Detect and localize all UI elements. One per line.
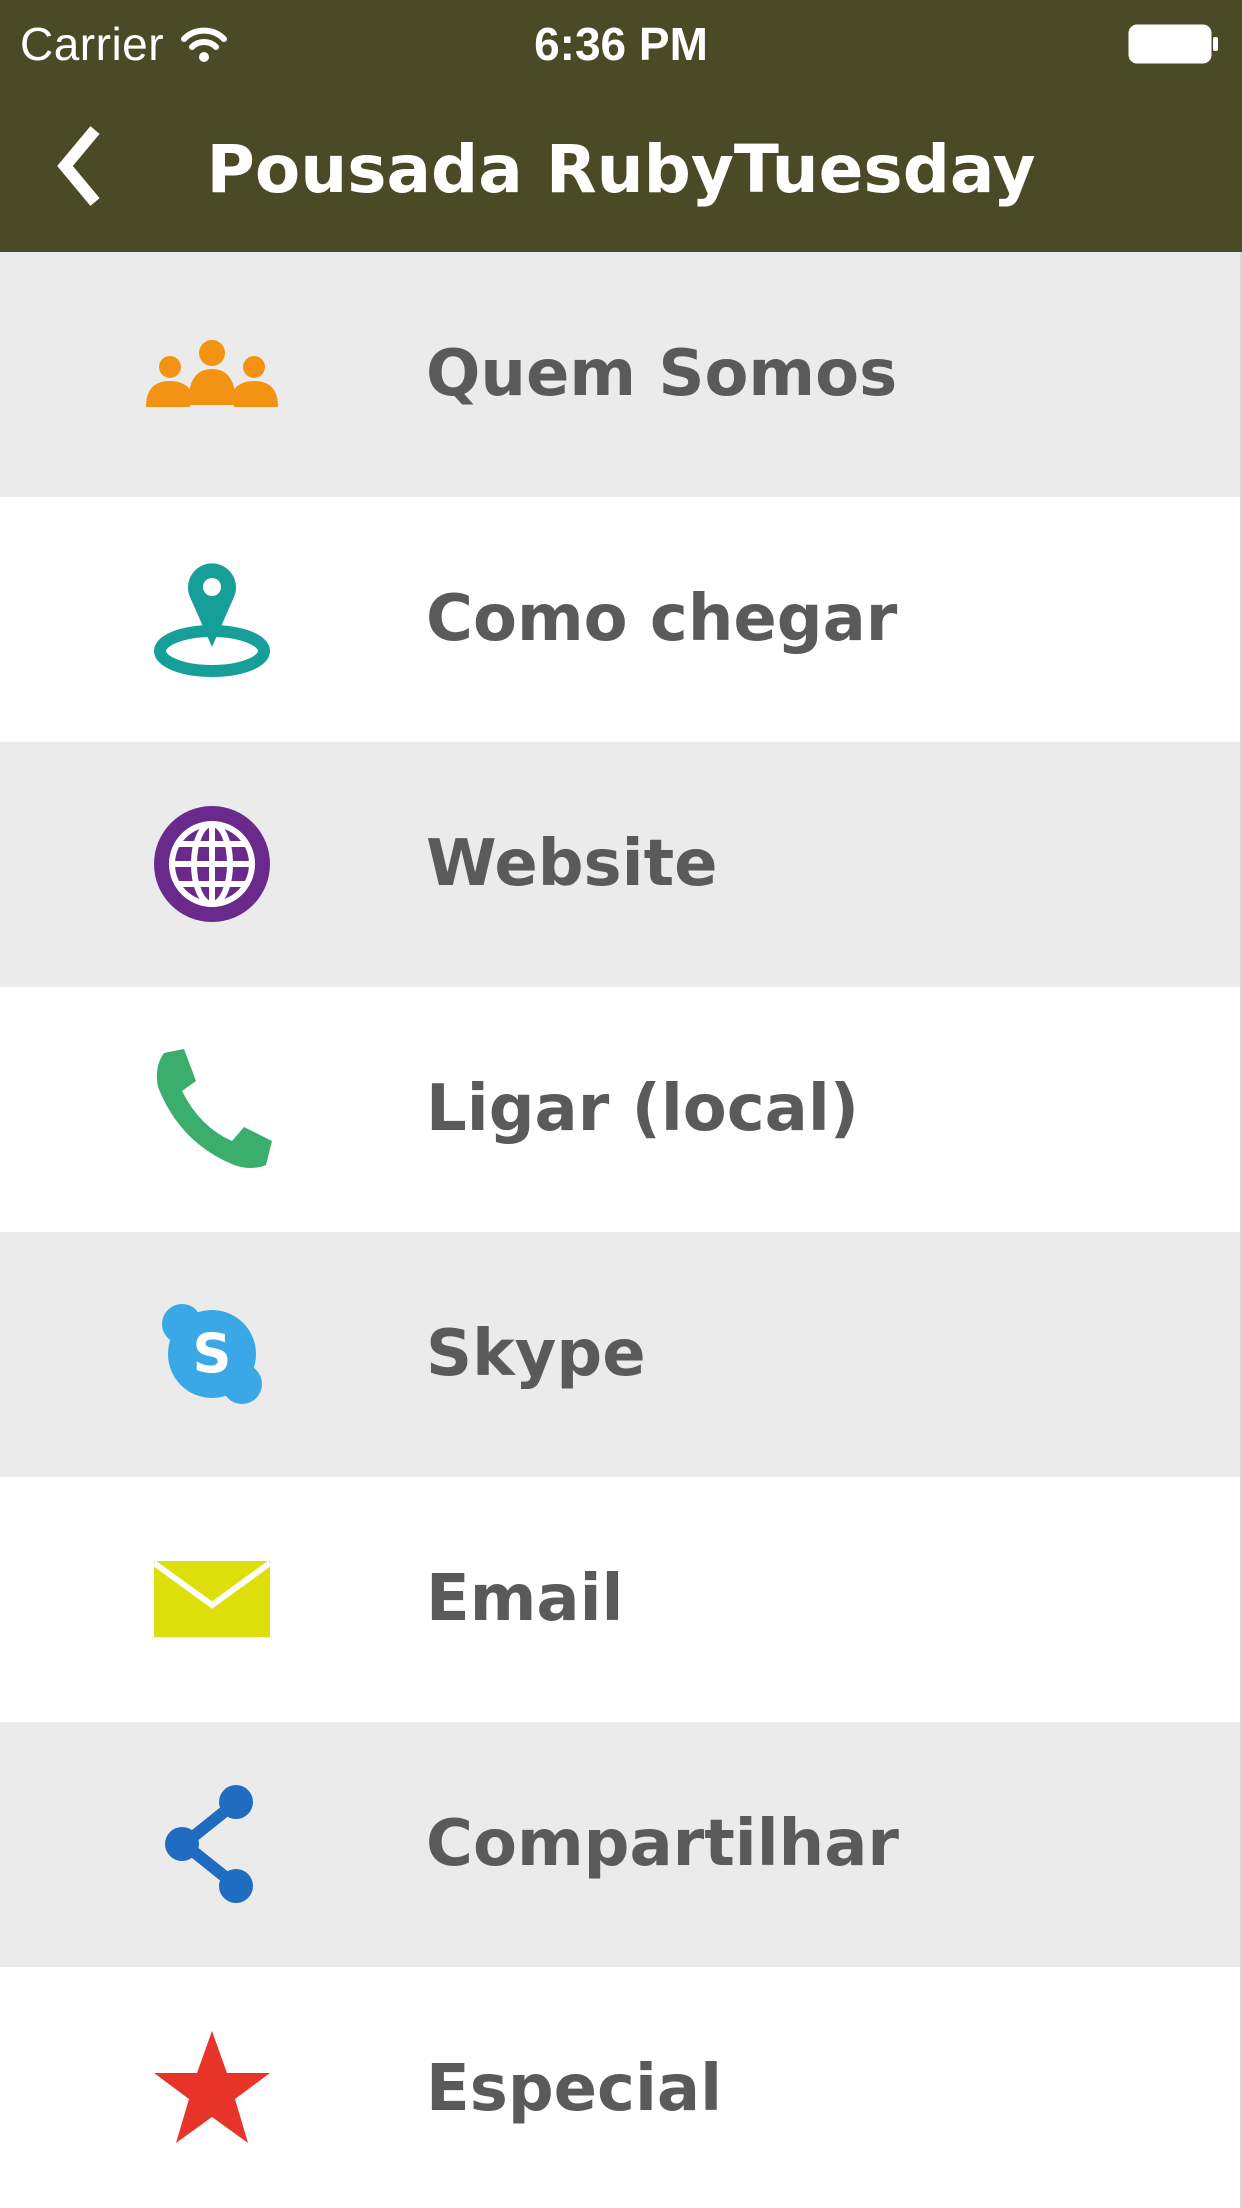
menu-item-label: Compartilhar [426,1807,899,1881]
envelope-icon [142,1539,282,1659]
phone-icon [142,1049,282,1169]
menu-item-label: Ligar (local) [426,1072,860,1146]
globe-icon [142,804,282,924]
status-time: 6:36 PM [534,18,708,70]
share-icon [142,1784,282,1904]
menu-item-website[interactable]: Website [0,742,1242,987]
menu-item-quem-somos[interactable]: Quem Somos [0,252,1242,497]
menu-item-ligar[interactable]: Ligar (local) [0,987,1242,1232]
header: Carrier 6:36 PM Pousada RubyTuesday [0,0,1242,252]
menu-item-label: Como chegar [426,582,898,656]
menu-item-como-chegar[interactable]: Como chegar [0,497,1242,742]
menu-item-skype[interactable]: S Skype [0,1232,1242,1477]
menu-item-label: Website [426,827,718,901]
menu-item-label: Skype [426,1317,646,1391]
menu-item-label: Email [426,1562,624,1636]
back-button[interactable] [40,118,120,218]
battery-icon [1128,24,1220,64]
map-pin-icon [142,559,282,679]
menu-item-compartilhar[interactable]: Compartilhar [0,1722,1242,1967]
menu-list: Quem Somos Como chegar Website Ligar (lo… [0,252,1242,2208]
menu-item-email[interactable]: Email [0,1477,1242,1722]
skype-icon: S [142,1294,282,1414]
chevron-left-icon [55,124,105,212]
app-screen: Carrier 6:36 PM Pousada RubyTuesday Quem… [0,0,1242,2208]
navigation-bar: Pousada RubyTuesday [0,88,1242,252]
page-title: Pousada RubyTuesday [206,131,1036,208]
status-bar: Carrier 6:36 PM [0,0,1242,88]
menu-item-label: Quem Somos [426,337,898,411]
svg-text:S: S [193,1322,232,1385]
group-icon [142,314,282,434]
menu-item-especial[interactable]: Especial [0,1967,1242,2208]
menu-item-label: Especial [426,2052,723,2126]
star-icon [142,2029,282,2149]
